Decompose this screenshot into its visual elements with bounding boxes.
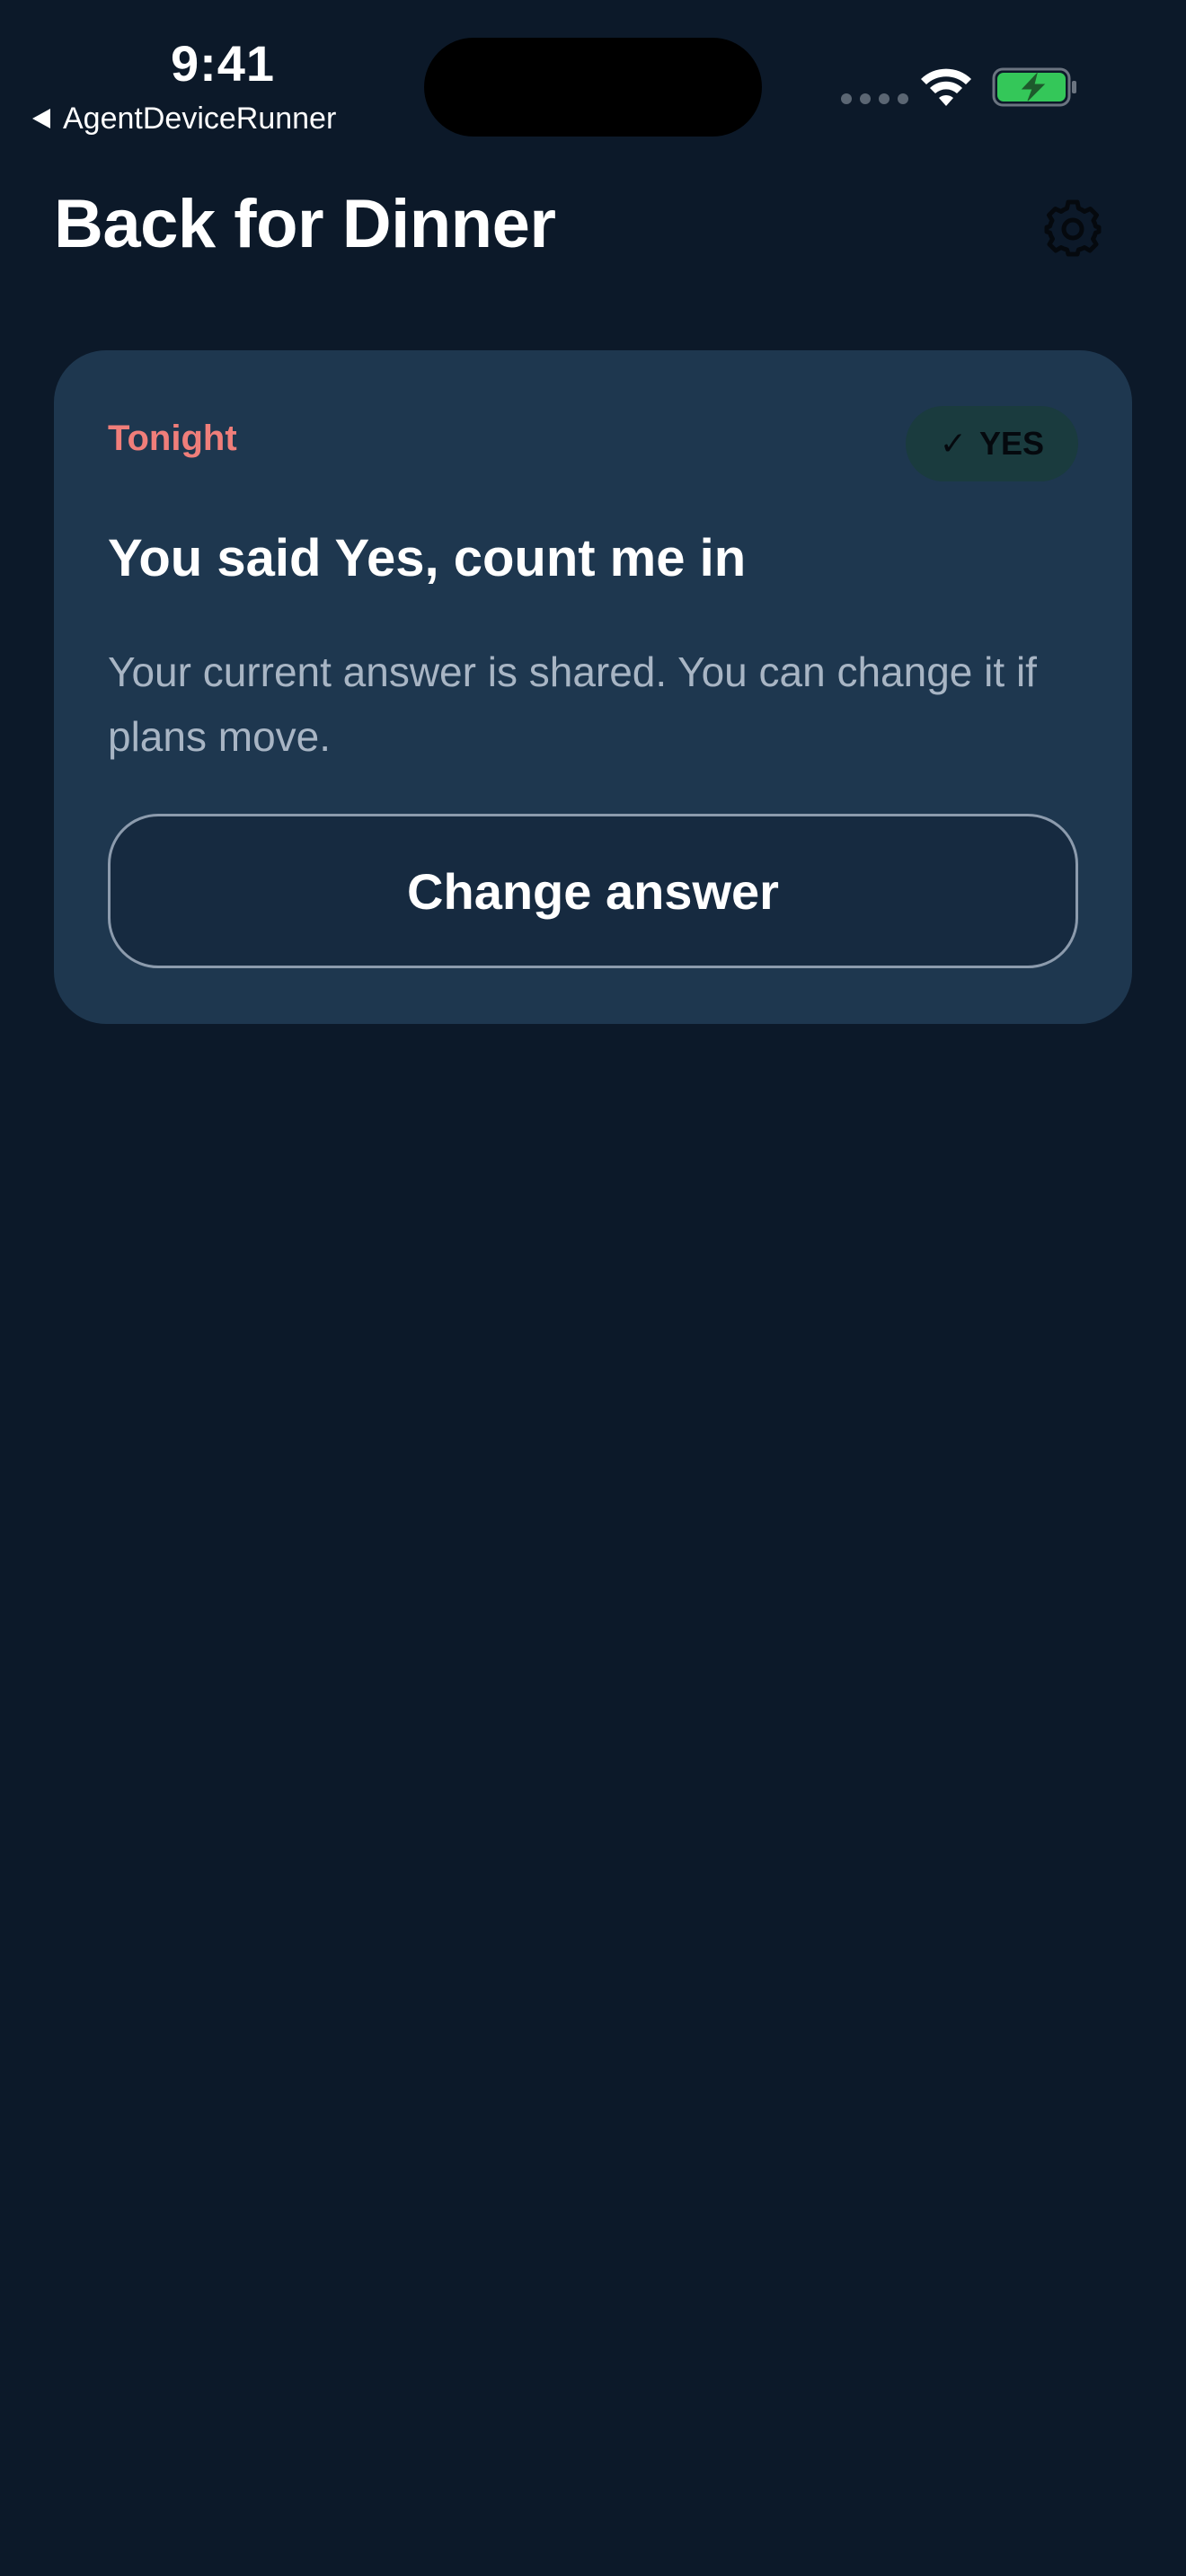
cellular-signal-icon: [841, 93, 908, 104]
tonight-card: Tonight ✓ YES You said Yes, count me in …: [54, 350, 1132, 1024]
checkmark-icon: ✓: [939, 425, 967, 462]
back-app-label: AgentDeviceRunner: [63, 101, 337, 136]
back-to-app-button[interactable]: AgentDeviceRunner: [32, 97, 336, 140]
card-description: Your current answer is shared. You can c…: [108, 648, 1037, 760]
wifi-icon: [921, 68, 971, 106]
gear-icon: [1044, 199, 1102, 257]
status-badge: ✓ YES: [905, 406, 1078, 481]
page-title: Back for Dinner: [54, 186, 556, 262]
dynamic-island: [424, 38, 762, 137]
card-eyebrow: Tonight: [108, 419, 237, 458]
status-badge-label: YES: [978, 425, 1044, 462]
back-triangle-icon: [32, 109, 50, 128]
screen: 9:41 AgentDeviceRunner Back for Dinner T…: [0, 0, 1186, 2576]
change-answer-button[interactable]: Change answer: [108, 814, 1078, 968]
battery-charging-icon: [992, 67, 1076, 107]
settings-button[interactable]: [1040, 196, 1105, 260]
status-time: 9:41: [170, 35, 276, 92]
card-heading: You said Yes, count me in: [108, 529, 747, 587]
